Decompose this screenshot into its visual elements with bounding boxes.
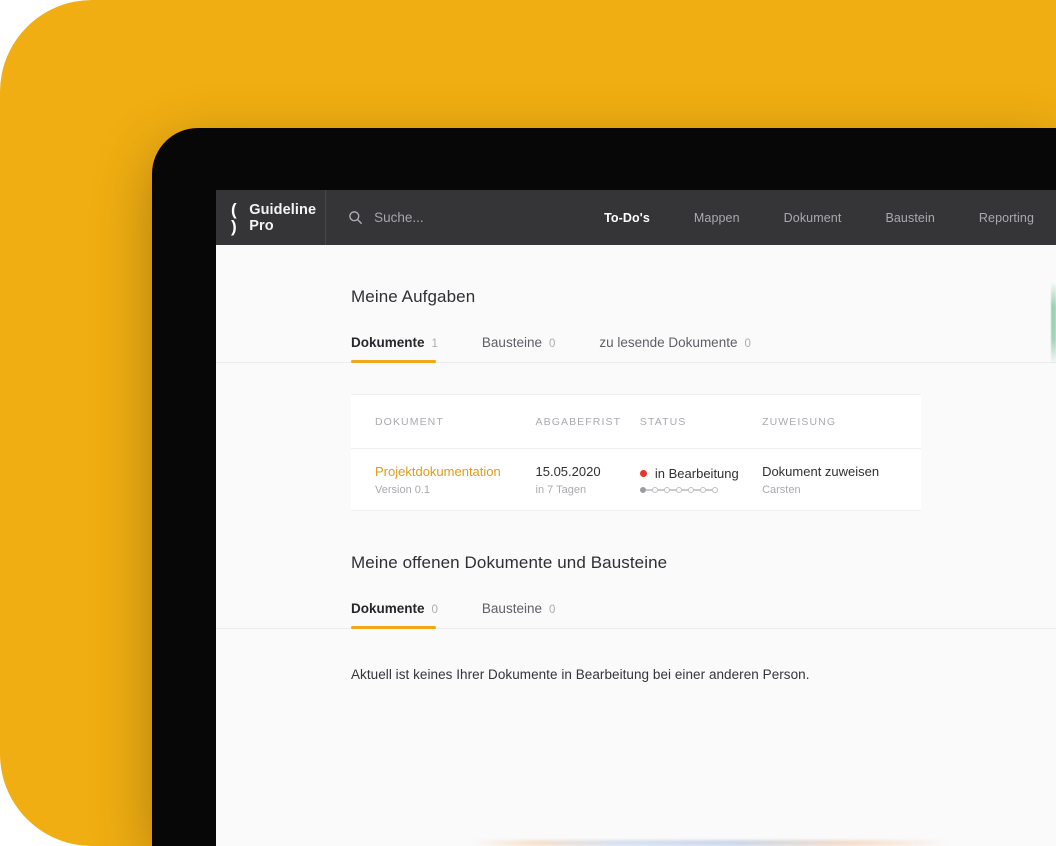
- tab-count: 0: [744, 338, 751, 350]
- tab-label: zu lesende Dokumente: [599, 335, 738, 350]
- open-docs-title: Meine offenen Dokumente und Bausteine: [351, 553, 668, 572]
- tab-bausteine[interactable]: Bausteine 0: [482, 335, 579, 363]
- tasks-table-wrap: DOKUMENT ABGABEFRIST STATUS ZUWEISUNG Pr…: [216, 394, 1056, 511]
- tab-open-dokumente[interactable]: Dokumente 0: [351, 601, 462, 629]
- document-version: Version 0.1: [375, 484, 431, 497]
- tab-count: 0: [548, 338, 556, 350]
- search-box[interactable]: [326, 210, 575, 225]
- table-row[interactable]: Projektdokumentation Version 0.1 15.05.2…: [351, 449, 921, 511]
- section-open-documents: Meine offenen Dokumente und Bausteine Do…: [216, 511, 1056, 629]
- search-icon: [349, 211, 362, 224]
- table-header-row: DOKUMENT ABGABEFRIST STATUS ZUWEISUNG: [351, 395, 921, 449]
- deadline-relative: in 7 Tagen: [535, 484, 587, 497]
- progress-steps: [639, 487, 762, 493]
- top-navigation-bar: ( ) Guideline Pro To-Do's Mappen Dokumen…: [216, 190, 1056, 245]
- nav-item-reporting[interactable]: Reporting: [957, 211, 1056, 225]
- cut-off-bottom-content: [216, 840, 1056, 846]
- column-header-zuweisung: ZUWEISUNG: [762, 415, 837, 428]
- tab-count: 0: [431, 604, 438, 616]
- cell-status: in Bearbeitung: [639, 466, 762, 493]
- tab-zu-lesende-dokumente[interactable]: zu lesende Dokumente 0: [599, 335, 775, 363]
- tab-open-bausteine[interactable]: Bausteine 0: [482, 601, 579, 629]
- tab-dokumente[interactable]: Dokumente 1: [351, 335, 462, 363]
- tasks-tabs: Dokumente 1 Bausteine 0 zu lesende Dokum…: [351, 335, 921, 363]
- search-input[interactable]: [374, 210, 575, 225]
- app-screen: ( ) Guideline Pro To-Do's Mappen Dokumen…: [216, 190, 1056, 846]
- nav-item-todos[interactable]: To-Do's: [582, 211, 672, 225]
- cut-off-edge-widget[interactable]: [1051, 282, 1056, 364]
- tab-label: Dokumente: [351, 601, 425, 616]
- section-my-tasks: Meine Aufgaben Dokumente 1 Bausteine 0 z…: [216, 245, 1056, 363]
- cell-zuweisung: Dokument zuweisen Carsten: [762, 463, 897, 497]
- empty-state-text: Aktuell ist keines Ihrer Dokumente in Be…: [351, 667, 810, 682]
- tab-label: Bausteine: [481, 601, 542, 616]
- tab-count: 1: [431, 338, 438, 350]
- deadline-date: 15.05.2020: [535, 463, 601, 479]
- column-header-dokument: DOKUMENT: [375, 415, 444, 428]
- assignment-action[interactable]: Dokument zuweisen: [762, 463, 897, 481]
- cell-dokument: Projektdokumentation Version 0.1: [375, 463, 536, 497]
- nav-item-mappen[interactable]: Mappen: [672, 211, 762, 225]
- tab-label: Dokumente: [351, 335, 425, 350]
- app-title: Guideline Pro: [249, 201, 317, 234]
- nav-item-baustein[interactable]: Baustein: [863, 211, 956, 225]
- status-badge: in Bearbeitung: [639, 466, 762, 481]
- column-header-abgabefrist: ABGABEFRIST: [535, 415, 622, 428]
- app-logo[interactable]: ( ) Guideline Pro: [216, 201, 325, 235]
- tab-count: 0: [548, 604, 556, 616]
- document-link[interactable]: Projektdokumentation: [375, 463, 536, 481]
- open-docs-tabs: Dokumente 0 Bausteine 0: [351, 601, 921, 629]
- brackets-logo-icon: ( ): [231, 199, 237, 236]
- status-label: in Bearbeitung: [654, 466, 739, 481]
- cell-abgabefrist: 15.05.2020 in 7 Tagen: [536, 463, 640, 497]
- assignment-person: Carsten: [762, 484, 801, 497]
- page-title: Meine Aufgaben: [351, 287, 476, 306]
- tasks-table: DOKUMENT ABGABEFRIST STATUS ZUWEISUNG Pr…: [351, 394, 921, 511]
- progress-step-dot: [711, 487, 718, 493]
- column-header-status: STATUS: [639, 415, 687, 428]
- open-docs-empty-state: Aktuell ist keines Ihrer Dokumente in Be…: [216, 629, 1056, 682]
- page-body: Meine Aufgaben Dokumente 1 Bausteine 0 z…: [216, 245, 1056, 682]
- status-dot-icon: [639, 470, 647, 477]
- tab-label: Bausteine: [481, 335, 542, 350]
- main-nav-items: To-Do's Mappen Dokument Baustein Reporti…: [582, 211, 1056, 225]
- nav-item-dokument[interactable]: Dokument: [762, 211, 864, 225]
